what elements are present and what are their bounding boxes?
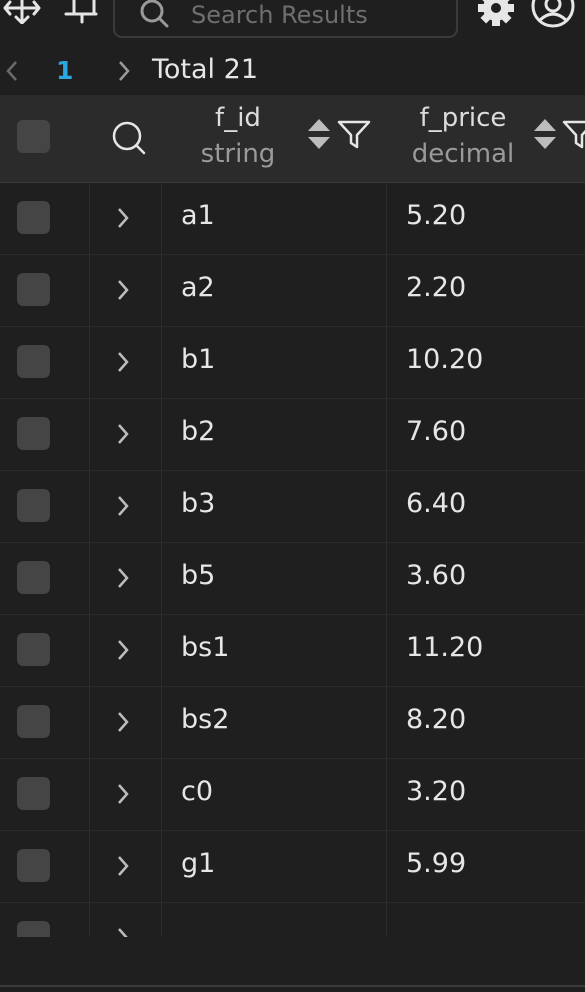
column-type: decimal bbox=[411, 139, 515, 169]
cell-f_id: g1 bbox=[181, 848, 216, 879]
row-checkbox[interactable] bbox=[17, 777, 50, 810]
row-checkbox[interactable] bbox=[17, 849, 50, 882]
table-row[interactable]: b5 3.60 bbox=[0, 543, 585, 615]
gear-icon[interactable] bbox=[474, 0, 518, 34]
expand-row-icon[interactable] bbox=[115, 421, 131, 451]
cell-f_price: 2.20 bbox=[406, 272, 467, 303]
sort-icon[interactable] bbox=[532, 117, 558, 155]
table-row[interactable]: bs2 8.20 bbox=[0, 687, 585, 759]
cell-f_id: bs2 bbox=[181, 704, 230, 735]
toolbar bbox=[0, 0, 585, 50]
expand-row-icon[interactable] bbox=[115, 565, 131, 595]
row-checkbox[interactable] bbox=[17, 417, 50, 450]
results-table: f_id string f_price decimal a1 5.20 a2 2… bbox=[0, 95, 585, 937]
search-icon bbox=[137, 0, 173, 36]
table-row[interactable]: b3 6.40 bbox=[0, 471, 585, 543]
expand-row-icon[interactable] bbox=[115, 637, 131, 667]
table-row[interactable]: c0 3.20 bbox=[0, 759, 585, 831]
table-row[interactable]: b1 10.20 bbox=[0, 327, 585, 399]
table-row[interactable] bbox=[0, 903, 585, 937]
user-icon[interactable] bbox=[528, 0, 578, 34]
column-name: f_id bbox=[215, 103, 261, 133]
pagination: 1 Total 21 bbox=[0, 50, 585, 94]
table-row[interactable]: bs1 11.20 bbox=[0, 615, 585, 687]
select-all-checkbox[interactable] bbox=[17, 120, 50, 153]
column-header-f_price[interactable]: f_price decimal bbox=[405, 101, 521, 173]
cell-f_id: b1 bbox=[181, 344, 216, 375]
column-type: string bbox=[200, 139, 276, 169]
search-input[interactable] bbox=[191, 2, 441, 28]
cell-f_price: 3.60 bbox=[406, 560, 467, 591]
cell-f_id: c0 bbox=[181, 776, 214, 807]
expand-row-icon[interactable] bbox=[115, 781, 131, 811]
cell-f_id: bs1 bbox=[181, 632, 230, 663]
current-page[interactable]: 1 bbox=[56, 56, 73, 85]
row-checkbox[interactable] bbox=[17, 705, 50, 738]
row-checkbox[interactable] bbox=[17, 561, 50, 594]
table-row[interactable]: a1 5.20 bbox=[0, 183, 585, 255]
row-checkbox[interactable] bbox=[17, 489, 50, 522]
cell-f_price: 10.20 bbox=[406, 344, 484, 375]
expand-row-icon[interactable] bbox=[115, 493, 131, 523]
total-count: Total 21 bbox=[152, 54, 258, 85]
cell-f_price: 11.20 bbox=[406, 632, 484, 663]
column-name: f_price bbox=[419, 103, 507, 133]
bottom-divider bbox=[0, 985, 585, 987]
row-checkbox[interactable] bbox=[17, 273, 50, 306]
row-checkbox[interactable] bbox=[17, 345, 50, 378]
sort-icon[interactable] bbox=[306, 117, 332, 155]
column-header-f_id[interactable]: f_id string bbox=[190, 101, 286, 173]
cell-f_price: 5.99 bbox=[406, 848, 467, 879]
pin-icon[interactable] bbox=[62, 0, 102, 28]
cell-f_price: 5.20 bbox=[406, 200, 467, 231]
cell-f_price: 8.20 bbox=[406, 704, 467, 735]
cell-f_price: 3.20 bbox=[406, 776, 467, 807]
row-checkbox[interactable] bbox=[17, 633, 50, 666]
cell-f_price: 7.60 bbox=[406, 416, 467, 447]
cell-f_id: b2 bbox=[181, 416, 216, 447]
cell-f_id: b3 bbox=[181, 488, 216, 519]
prev-page-icon[interactable] bbox=[4, 59, 20, 87]
next-page-icon[interactable] bbox=[116, 59, 132, 87]
filter-icon[interactable] bbox=[561, 117, 585, 155]
row-checkbox[interactable] bbox=[17, 921, 50, 937]
expand-row-icon[interactable] bbox=[115, 277, 131, 307]
move-icon[interactable] bbox=[2, 0, 42, 28]
cell-f_price: 6.40 bbox=[406, 488, 467, 519]
column-search-icon[interactable] bbox=[110, 119, 148, 161]
row-checkbox[interactable] bbox=[17, 201, 50, 234]
table-row[interactable]: a2 2.20 bbox=[0, 255, 585, 327]
cell-f_id: b5 bbox=[181, 560, 216, 591]
table-header: f_id string f_price decimal bbox=[0, 95, 585, 183]
search-box[interactable] bbox=[113, 0, 458, 38]
expand-row-icon[interactable] bbox=[115, 709, 131, 739]
table-row[interactable]: g1 5.99 bbox=[0, 831, 585, 903]
cell-f_id: a2 bbox=[181, 272, 215, 303]
expand-row-icon[interactable] bbox=[115, 853, 131, 883]
cell-f_id: a1 bbox=[181, 200, 215, 231]
expand-row-icon[interactable] bbox=[115, 205, 131, 235]
expand-row-icon[interactable] bbox=[115, 349, 131, 379]
filter-icon[interactable] bbox=[336, 117, 372, 155]
table-row[interactable]: b2 7.60 bbox=[0, 399, 585, 471]
expand-row-icon[interactable] bbox=[115, 925, 131, 937]
